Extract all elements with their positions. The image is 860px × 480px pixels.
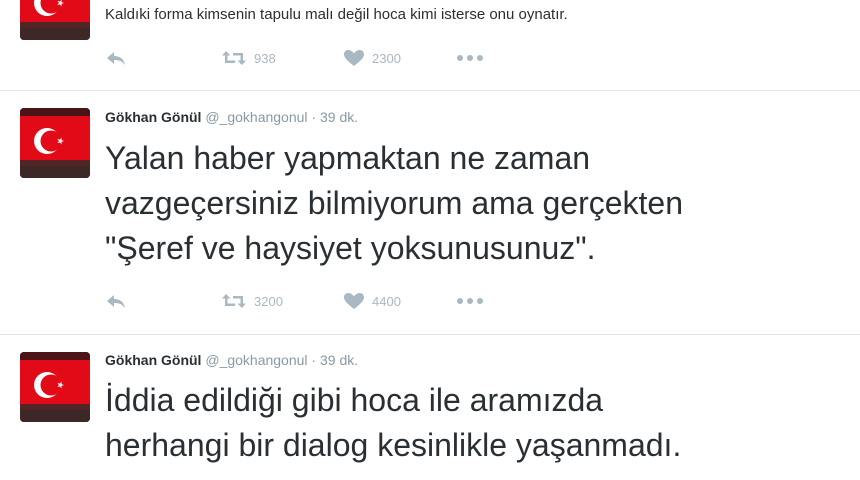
retweet-icon [222, 294, 246, 308]
tweet-text-line: Kaldıki forma kimsenin tapulu malı değil… [105, 6, 568, 23]
heart-icon [344, 50, 364, 66]
reply-icon [107, 295, 125, 308]
tweet-text-line: Yalan haber yapmaktan ne zaman [105, 140, 591, 176]
avatar[interactable] [20, 108, 90, 178]
avatar[interactable] [20, 352, 90, 422]
reply-button[interactable] [105, 291, 127, 311]
more-button[interactable] [455, 48, 485, 68]
turkish-flag-avatar-icon [20, 108, 90, 178]
author-handle[interactable]: @_gokhangonul [205, 109, 307, 125]
reply-button[interactable] [105, 48, 127, 68]
retweet-count: 3200 [254, 293, 283, 309]
more-icon [457, 298, 483, 304]
retweet-count: 938 [254, 50, 276, 66]
like-count: 4400 [372, 293, 401, 309]
tweet-text-line: "Şeref ve haysiyet yoksunusunuz". [105, 230, 596, 266]
author-name[interactable]: Gökhan Gönül [105, 352, 201, 368]
heart-icon [344, 293, 364, 309]
retweet-icon [222, 51, 246, 65]
like-count: 2300 [372, 50, 401, 66]
tweet-text: Yalan haber yapmaktan ne zaman vazgeçers… [105, 136, 683, 271]
author-handle[interactable]: @_gokhangonul [205, 352, 307, 368]
more-icon [457, 55, 483, 61]
retweet-button[interactable]: 938 [221, 48, 276, 68]
tweet-header: Gökhan Gönül @_gokhangonul · 39 dk. [105, 109, 358, 125]
tweet-header: Gökhan Gönül @_gokhangonul · 39 dk. [105, 352, 358, 368]
turkish-flag-avatar-icon [20, 352, 90, 422]
avatar[interactable] [20, 0, 90, 40]
retweet-button[interactable]: 3200 [221, 291, 283, 311]
turkish-flag-avatar-icon [20, 0, 90, 40]
timestamp[interactable]: 39 dk. [320, 352, 358, 368]
timestamp[interactable]: 39 dk. [320, 109, 358, 125]
tweet-text-line: herhangi bir dialog kesinlikle yaşanmadı… [105, 427, 682, 463]
tweet-text-line: İddia edildiği gibi hoca ile aramızda [105, 382, 604, 418]
reply-icon [107, 52, 125, 65]
tweet-text: İddia edildiği gibi hoca ile aramızda he… [105, 378, 681, 468]
tweet[interactable]: Kaldıki forma kimsenin tapulu malı değil… [0, 0, 860, 91]
separator: · [311, 109, 317, 125]
tweet[interactable]: Gökhan Gönül @_gokhangonul · 39 dk. İddi… [0, 335, 860, 480]
more-button[interactable] [455, 291, 485, 311]
tweet[interactable]: Gökhan Gönül @_gokhangonul · 39 dk. Yala… [0, 91, 860, 335]
like-button[interactable]: 4400 [343, 291, 401, 311]
like-button[interactable]: 2300 [343, 48, 401, 68]
separator: · [311, 352, 317, 368]
tweet-text-line: vazgeçersiniz bilmiyorum ama gerçekten [105, 185, 683, 221]
author-name[interactable]: Gökhan Gönül [105, 109, 201, 125]
tweet-text: Kaldıki forma kimsenin tapulu malı değil… [105, 6, 568, 23]
